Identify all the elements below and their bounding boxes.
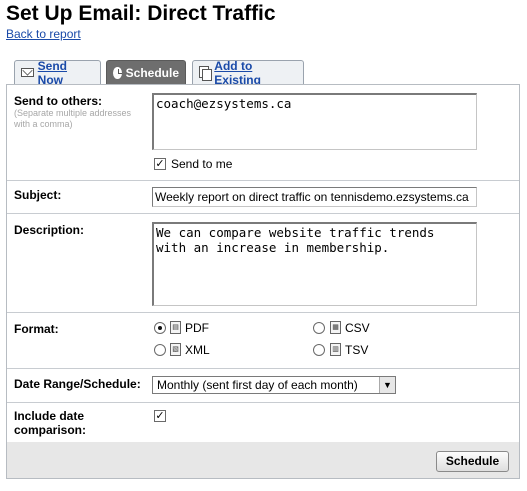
date-range-selected: Monthly (sent first day of each month) bbox=[157, 378, 358, 392]
format-tsv-label: TSV bbox=[345, 343, 369, 357]
date-range-row: Date Range/Schedule: Monthly (sent first… bbox=[7, 369, 519, 403]
back-to-report-link[interactable]: Back to report bbox=[6, 27, 81, 41]
tab-add-to-existing[interactable]: Add to Existing bbox=[192, 58, 304, 87]
chevron-down-icon: ▼ bbox=[379, 377, 395, 393]
schedule-form: Send to others: (Separate multiple addre… bbox=[6, 84, 520, 479]
include-comparison-row: Include date comparison: ✓ bbox=[7, 403, 519, 442]
format-label: Format: bbox=[14, 322, 59, 336]
pdf-icon: ▤ bbox=[170, 321, 181, 334]
include-comparison-label: Include date comparison: bbox=[14, 409, 87, 437]
page-title: Set Up Email: Direct Traffic bbox=[6, 2, 276, 25]
format-row: Format: ▤ PDF ▦ CSV ▧ XML ▥ TSV bbox=[7, 313, 519, 369]
format-pdf-label: PDF bbox=[185, 321, 209, 335]
copy-icon bbox=[199, 66, 213, 81]
subject-row: Subject: Weekly report on direct traffic… bbox=[7, 181, 519, 214]
tsv-icon: ▥ bbox=[330, 343, 341, 356]
envelope-icon bbox=[21, 68, 34, 77]
clock-icon bbox=[113, 66, 122, 79]
format-pdf-radio[interactable] bbox=[154, 322, 166, 334]
send-to-others-label: Send to others: bbox=[14, 94, 103, 108]
format-csv-radio[interactable] bbox=[313, 322, 325, 334]
description-row: Description: We can compare website traf… bbox=[7, 214, 519, 313]
csv-icon: ▦ bbox=[330, 321, 341, 334]
date-range-select[interactable]: Monthly (sent first day of each month) ▼ bbox=[152, 376, 396, 394]
description-label: Description: bbox=[14, 223, 85, 237]
send-to-me-checkbox[interactable]: ✓ bbox=[154, 158, 166, 170]
description-textarea[interactable]: We can compare website traffic trends wi… bbox=[152, 222, 477, 306]
tab-send-now[interactable]: Send Now bbox=[14, 58, 101, 87]
subject-label: Subject: bbox=[14, 188, 62, 202]
format-tsv-radio[interactable] bbox=[313, 344, 325, 356]
tab-add-to-existing-label: Add to Existing bbox=[214, 58, 261, 87]
send-to-others-row: Send to others: (Separate multiple addre… bbox=[7, 85, 519, 181]
send-to-others-hint: (Separate multiple addresses with a comm… bbox=[14, 108, 132, 129]
subject-input[interactable]: Weekly report on direct traffic on tenni… bbox=[152, 187, 477, 207]
tab-schedule[interactable]: Schedule bbox=[106, 60, 186, 84]
tab-schedule-label: Schedule bbox=[125, 65, 179, 80]
format-xml-radio[interactable] bbox=[154, 344, 166, 356]
xml-icon: ▧ bbox=[170, 343, 181, 356]
tab-send-now-label: Send Now bbox=[37, 58, 68, 87]
schedule-button[interactable]: Schedule bbox=[436, 451, 509, 472]
format-xml-label: XML bbox=[185, 343, 210, 357]
recipients-textarea[interactable]: coach@ezsystems.ca bbox=[152, 93, 477, 150]
send-to-me-label: Send to me bbox=[171, 157, 233, 171]
format-csv-label: CSV bbox=[345, 321, 370, 335]
include-comparison-checkbox[interactable]: ✓ bbox=[154, 410, 166, 422]
form-footer: Schedule bbox=[7, 442, 519, 478]
date-range-label: Date Range/Schedule: bbox=[14, 377, 141, 391]
